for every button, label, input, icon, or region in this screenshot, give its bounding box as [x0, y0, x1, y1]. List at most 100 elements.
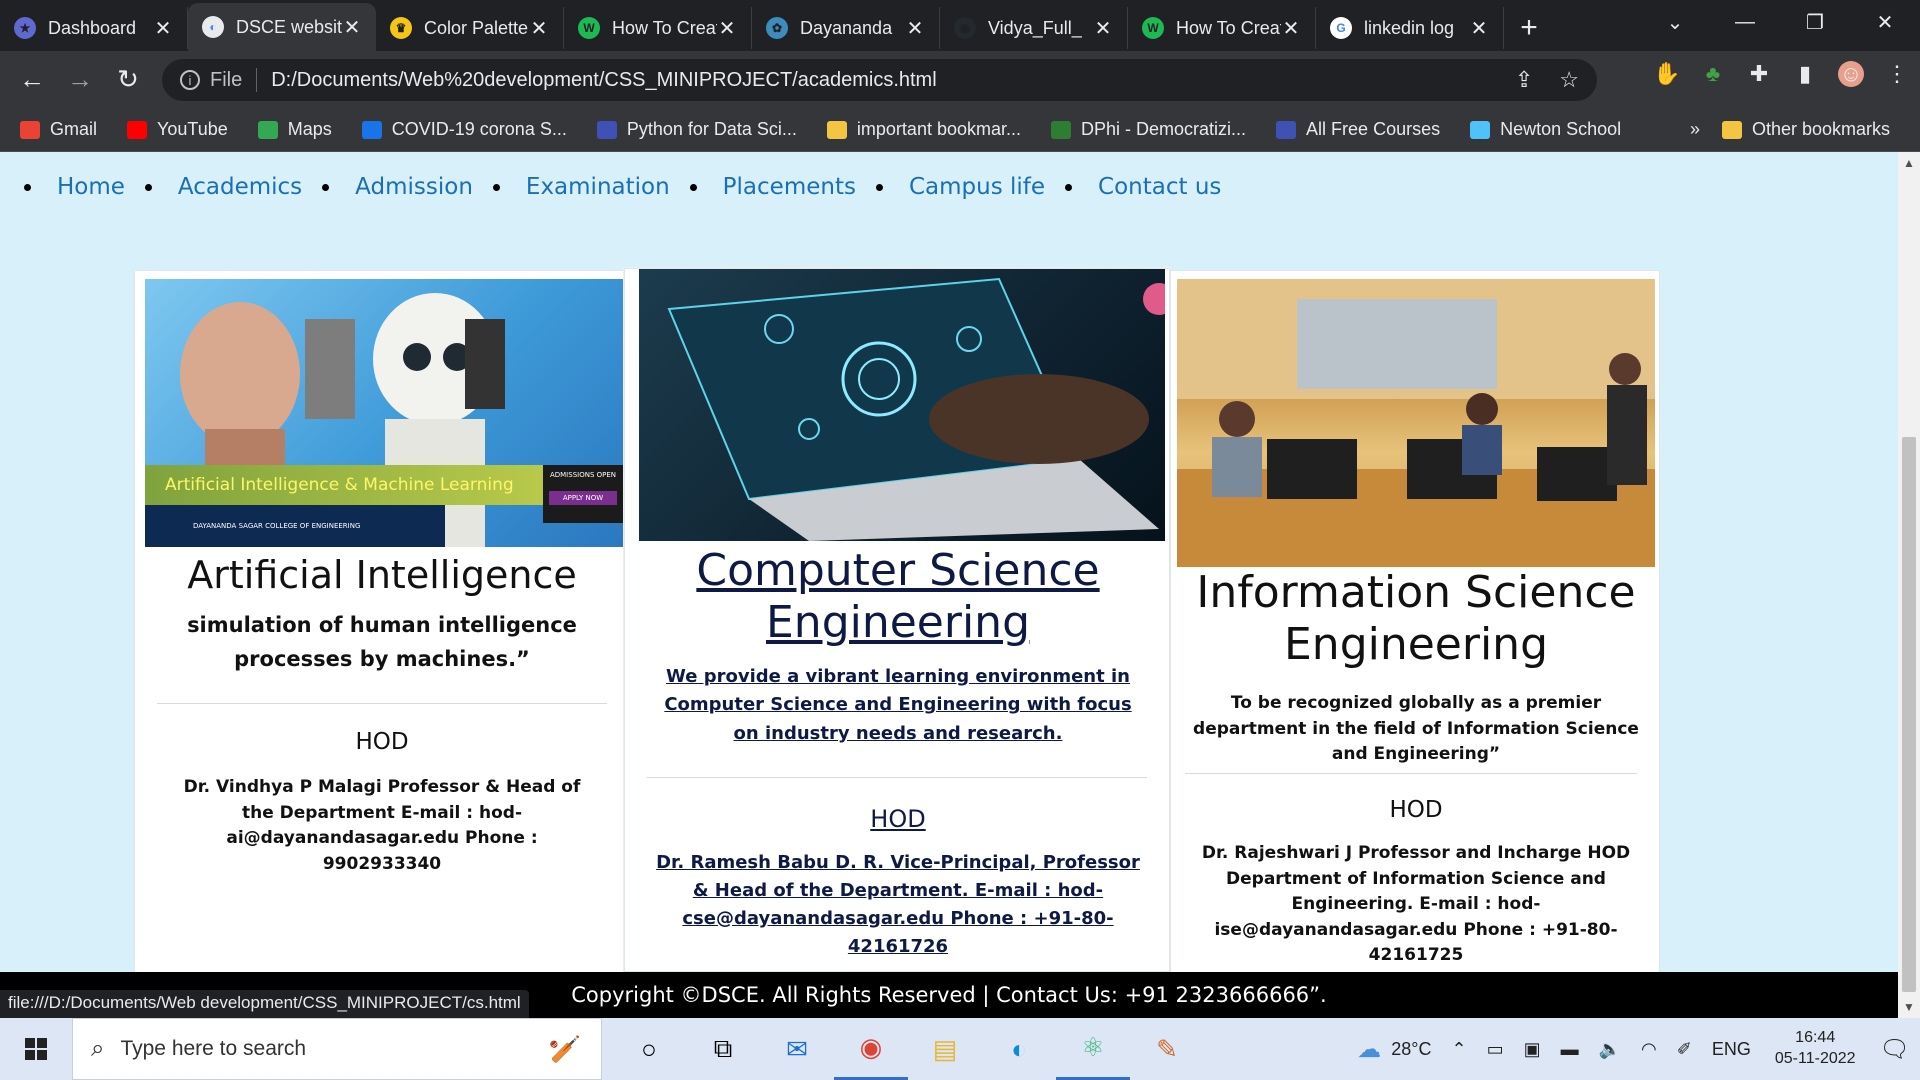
adblock-extension-icon[interactable]: ✋: [1653, 61, 1680, 87]
clock[interactable]: 16:44 05-11-2022: [1775, 1028, 1856, 1070]
browser-tab[interactable]: W How To Create✕: [564, 7, 752, 49]
ai-banner-strip: Artificial Intelligence & Machine Learni…: [145, 465, 543, 505]
browser-tab[interactable]: ◉ Vidya_Full_ ✕: [940, 7, 1128, 49]
bookmark-label: Newton School: [1500, 119, 1622, 139]
bookmarks-overflow-button[interactable]: »: [1690, 119, 1700, 140]
nav-link-contact-us[interactable]: Contact us: [1098, 174, 1221, 200]
tab-close-icon[interactable]: ✕: [1093, 16, 1113, 41]
weather-cloud-icon[interactable]: ☁: [1357, 1035, 1381, 1064]
meet-now-icon[interactable]: ▭: [1487, 1039, 1504, 1060]
cse-hod-heading[interactable]: HOD: [625, 805, 1171, 833]
url-text[interactable]: D:/Documents/Web%20development/CSS_MINIP…: [271, 69, 936, 92]
address-bar[interactable]: i File D:/Documents/Web%20development/CS…: [162, 59, 1597, 101]
pen-icon[interactable]: ✐: [1677, 1039, 1692, 1060]
browser-tab[interactable]: ★ Dashboard ✕: [0, 7, 188, 49]
atom-icon[interactable]: ⚛: [1056, 1018, 1130, 1080]
bookmark-star-icon[interactable]: ☆: [1559, 67, 1579, 93]
paint-icon[interactable]: ✎: [1130, 1018, 1204, 1080]
cse-title[interactable]: Computer Science Engineering: [685, 545, 1111, 649]
battery-icon[interactable]: ▬: [1561, 1039, 1579, 1060]
clock-time: 16:44: [1795, 1029, 1836, 1047]
browser-tab[interactable]: Glinkedin log ✕: [1316, 7, 1504, 49]
nav-link-academics[interactable]: Academics: [178, 174, 302, 200]
display-icon[interactable]: ▣: [1524, 1039, 1541, 1060]
laptop-illustration: [667, 277, 1165, 541]
tab-close-icon[interactable]: ✕: [1469, 16, 1489, 41]
nav-link-home[interactable]: Home: [57, 174, 125, 200]
bookmark-item[interactable]: COVID-19 corona S...: [361, 119, 567, 140]
edge-icon[interactable]: ◐: [982, 1018, 1056, 1080]
reload-icon[interactable]: ↻: [104, 64, 152, 95]
wifi-icon[interactable]: ◠: [1641, 1039, 1657, 1060]
cse-hod-info[interactable]: Dr. Ramesh Babu D. R. Vice-Principal, Pr…: [651, 849, 1145, 961]
file-explorer-icon[interactable]: ▤: [908, 1018, 982, 1080]
tab-search-icon[interactable]: ⌄: [1640, 10, 1710, 35]
scrollbar-thumb[interactable]: [1902, 437, 1916, 992]
tab-favicon-icon: ◉: [954, 17, 976, 39]
extensions-puzzle-icon[interactable]: ✚: [1746, 61, 1772, 87]
ise-title: Information Science Engineering: [1196, 567, 1636, 670]
show-hidden-icons-icon[interactable]: ⌃: [1452, 1039, 1467, 1060]
tab-close-icon[interactable]: ✕: [342, 15, 362, 40]
taskbar-search-box[interactable]: ⌕ Type here to search 🏏: [72, 1018, 602, 1080]
tree-extension-icon[interactable]: ♣: [1700, 61, 1726, 87]
close-window-button[interactable]: ✕: [1850, 10, 1920, 35]
forward-icon[interactable]: →: [56, 64, 104, 95]
bookmark-item[interactable]: Maps: [257, 119, 332, 140]
scroll-down-arrow-icon[interactable]: ▼: [1903, 1000, 1915, 1014]
bookmark-item[interactable]: DPhi - Democratizi...: [1051, 119, 1246, 140]
mail-icon[interactable]: ✉: [760, 1018, 834, 1080]
bookmark-item[interactable]: YouTube: [127, 119, 228, 140]
folder-icon: [1721, 120, 1742, 139]
tab-close-icon[interactable]: ✕: [529, 16, 549, 41]
browser-tab[interactable]: W How To Create✕: [1128, 7, 1316, 49]
tab-title: linkedin log: [1364, 17, 1455, 38]
scroll-up-arrow-icon[interactable]: ▲: [1903, 156, 1915, 170]
tab-close-icon[interactable]: ✕: [153, 16, 173, 41]
language-indicator[interactable]: ENG: [1712, 1039, 1751, 1060]
tab-close-icon[interactable]: ✕: [905, 16, 925, 41]
page-scrollbar[interactable]: ▲ ▼: [1898, 152, 1920, 1018]
side-panel-icon[interactable]: ▮: [1792, 61, 1818, 87]
cricket-doodle-icon[interactable]: 🏏: [549, 1034, 581, 1065]
menu-dots-icon[interactable]: ⋮: [1884, 61, 1910, 87]
nav-link-campus-life[interactable]: Campus life: [909, 174, 1045, 200]
tab-close-icon[interactable]: ✕: [717, 16, 737, 41]
cortana-icon[interactable]: ○: [612, 1018, 686, 1080]
new-tab-button[interactable]: +: [1504, 11, 1554, 45]
cse-card[interactable]: Computer Science Engineering We provide …: [624, 268, 1170, 972]
browser-tab[interactable]: ♛ Color Palette ✕: [376, 7, 564, 49]
weather-temp[interactable]: 28°C: [1391, 1039, 1431, 1060]
other-bookmarks-folder[interactable]: Other bookmarks: [1721, 119, 1890, 140]
start-button[interactable]: [0, 1038, 72, 1060]
nav-link-placements[interactable]: Placements: [723, 174, 856, 200]
nav-bullet: [24, 183, 31, 191]
tab-title: Dashboard: [48, 17, 137, 38]
profile-avatar[interactable]: ☺: [1838, 61, 1864, 87]
task-view-icon[interactable]: ⧉: [686, 1018, 760, 1080]
bookmark-item[interactable]: All Free Courses: [1276, 119, 1440, 140]
site-info-icon[interactable]: i: [180, 70, 200, 90]
chrome-icon[interactable]: ◉: [834, 1018, 908, 1080]
nav-link-examination[interactable]: Examination: [526, 174, 670, 200]
bookmark-item[interactable]: Newton School: [1470, 119, 1621, 140]
back-icon[interactable]: ←: [8, 64, 56, 95]
browser-tab[interactable]: ◐ DSCE website ✕: [188, 3, 376, 51]
restore-button[interactable]: ❐: [1780, 10, 1850, 35]
share-icon[interactable]: ⇪: [1515, 67, 1533, 93]
college-logo-strip: DAYANANDA SAGAR COLLEGE OF ENGINEERING: [145, 505, 445, 547]
bookmark-item[interactable]: Python for Data Sci...: [596, 119, 797, 140]
bookmark-favicon-icon: [1470, 120, 1491, 139]
minimize-button[interactable]: —: [1710, 11, 1780, 34]
site-nav: Home Academics Admission Examination Placeme…: [22, 174, 1239, 200]
bookmark-item[interactable]: important bookmar...: [826, 119, 1021, 140]
volume-icon[interactable]: 🔈: [1599, 1039, 1621, 1060]
bookmark-item[interactable]: Gmail: [20, 119, 97, 140]
browser-tab[interactable]: ✿ Dayananda ✕: [752, 7, 940, 49]
nav-link-admission[interactable]: Admission: [355, 174, 473, 200]
cse-description[interactable]: We provide a vibrant learning environmen…: [661, 663, 1135, 748]
notifications-icon[interactable]: 🗨: [1880, 1035, 1910, 1064]
windows-logo-icon: [25, 1038, 47, 1060]
tab-close-icon[interactable]: ✕: [1281, 16, 1301, 41]
status-bar-url: file:///D:/Documents/Web development/CSS…: [0, 990, 529, 1018]
